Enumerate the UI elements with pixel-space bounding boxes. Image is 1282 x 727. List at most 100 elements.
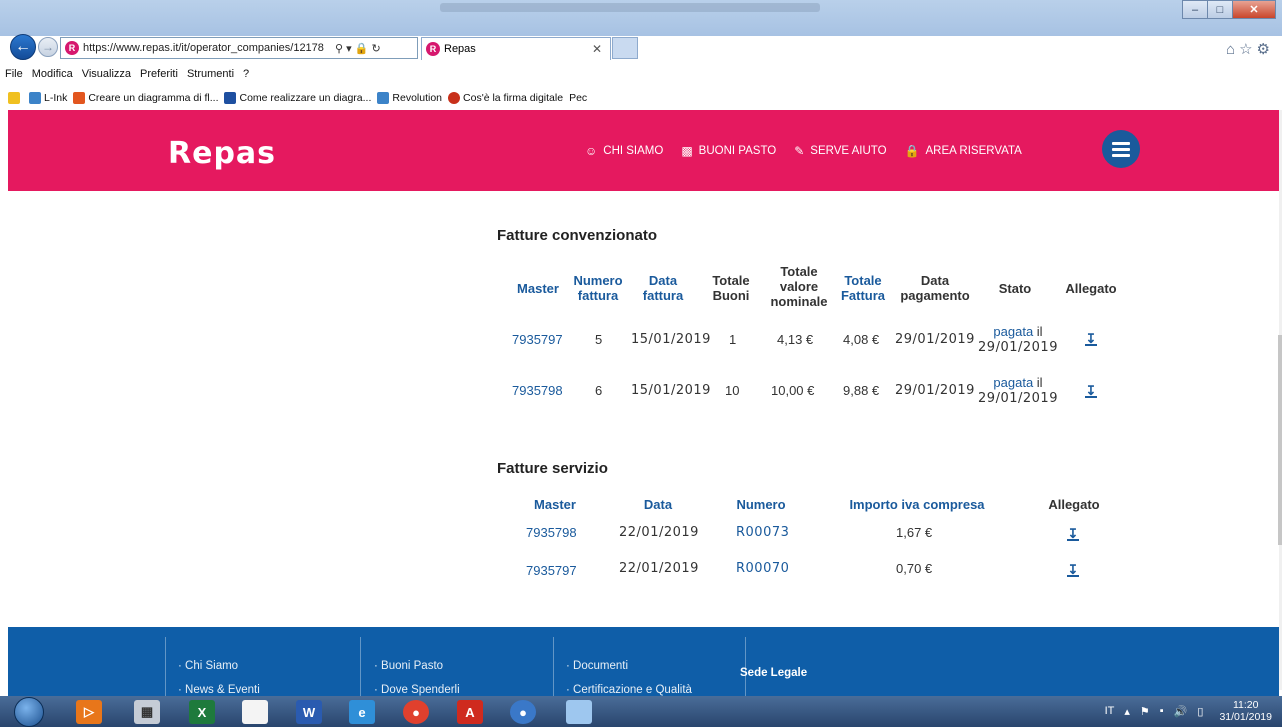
row1-stato-text: il: [1036, 324, 1043, 339]
window-controls: – □ ✕: [1182, 0, 1276, 19]
col-header-data-fattura[interactable]: Data fattura: [638, 273, 688, 303]
language-indicator[interactable]: IT: [1105, 705, 1115, 717]
favorite-creare-diagramma[interactable]: Creare un diagramma di fl...: [73, 92, 218, 104]
start-button[interactable]: [14, 697, 44, 727]
repas-logo[interactable]: Repas: [168, 136, 276, 171]
acrobat-icon[interactable]: A: [457, 700, 483, 724]
row2-numero: 6: [595, 383, 603, 398]
footer-link-buoni-pasto[interactable]: · Buoni Pasto: [374, 660, 460, 672]
row2-stato-text: il: [1036, 375, 1043, 390]
new-tab-button[interactable]: [612, 37, 638, 59]
back-button[interactable]: ←: [10, 34, 36, 60]
lock-icon: 🔒: [904, 144, 920, 158]
fatture-convenzionato-title: Fatture convenzionato: [497, 227, 658, 244]
serv-row2-importo: 0,70 €: [896, 561, 933, 576]
favorite-revolution[interactable]: Revolution: [377, 92, 442, 104]
footer-link-dove-spenderli[interactable]: · Dove Spenderli: [374, 684, 460, 696]
col-header-data[interactable]: Data: [633, 497, 683, 512]
download-icon[interactable]: ↧: [1085, 384, 1097, 398]
serv-row2-master-link[interactable]: 7935797: [526, 563, 577, 579]
favorite-label: Revolution: [392, 92, 443, 104]
favorite-l-ink[interactable]: L-Ink: [29, 92, 67, 104]
row1-data-pagamento: 29/01/2019: [895, 332, 975, 347]
close-tab-icon[interactable]: ✕: [592, 42, 602, 56]
col-header-totale-fattura[interactable]: Totale Fattura: [836, 273, 890, 303]
nav-serve-aiuto[interactable]: ✎ SERVE AIUTO: [794, 144, 886, 158]
site-header: Repas ☺ CHI SIAMO ▩ BUONI PASTO ✎ SERVE AIU…: [8, 110, 1279, 191]
office-icon: [73, 92, 86, 104]
refresh-icon[interactable]: ↻: [371, 43, 380, 55]
row2-master-link[interactable]: 7935798: [512, 383, 563, 399]
close-window-button[interactable]: ✕: [1232, 0, 1276, 19]
menu-file[interactable]: File: [5, 68, 23, 80]
taskbar-clock[interactable]: 11:20 31/01/2019: [1219, 699, 1272, 723]
media-player-icon[interactable]: ▷: [76, 700, 102, 724]
signal-icon[interactable]: ▪: [1160, 705, 1164, 717]
explorer-folder-icon[interactable]: [566, 700, 592, 724]
menu-preferiti[interactable]: Preferiti: [140, 68, 178, 80]
favorite-pec[interactable]: Pec: [569, 92, 587, 104]
menu-modifica[interactable]: Modifica: [32, 68, 73, 80]
footer-link-chi-siamo[interactable]: · Chi Siamo: [178, 660, 260, 672]
row1-master-link[interactable]: 7935797: [512, 332, 563, 348]
menu-strumenti[interactable]: Strumenti: [187, 68, 234, 80]
row1-totale-buoni: 1: [729, 332, 737, 347]
footer-link-news[interactable]: · News & Eventi: [178, 684, 260, 696]
chrome-icon[interactable]: ●: [403, 700, 429, 724]
row2-stato-link[interactable]: pagata: [993, 375, 1033, 390]
seal-icon: [448, 92, 461, 104]
network-flag-icon[interactable]: ⚑: [1140, 705, 1150, 718]
minimize-button[interactable]: –: [1182, 0, 1208, 19]
nav-area-riservata[interactable]: 🔒 AREA RISERVATA: [905, 144, 1022, 158]
window-title-bar: – □ ✕: [0, 0, 1282, 36]
star-icon[interactable]: ☆: [1239, 41, 1256, 58]
scrollbar-thumb[interactable]: [1278, 335, 1282, 545]
browser-tab[interactable]: R Repas ✕: [421, 37, 611, 60]
download-icon[interactable]: ↧: [1067, 563, 1079, 577]
download-icon[interactable]: ↧: [1085, 332, 1097, 346]
download-icon[interactable]: ↧: [1067, 527, 1079, 541]
col-header-importo[interactable]: Importo iva compresa: [840, 497, 994, 512]
search-icon[interactable]: ⚲: [335, 43, 343, 55]
thunderbird-icon[interactable]: ●: [510, 700, 536, 724]
gear-icon[interactable]: ⚙: [1257, 41, 1274, 58]
power-icon[interactable]: ▯: [1197, 705, 1203, 718]
serv-row1-numero-link[interactable]: R00073: [736, 525, 789, 541]
col-header-master[interactable]: Master: [525, 497, 585, 512]
row1-totale-fattura: 4,08 €: [843, 332, 880, 347]
nav-chi-siamo[interactable]: ☺ CHI SIAMO: [585, 144, 663, 158]
footer-sede-legale: Sede Legale: [740, 667, 808, 679]
hamburger-menu-button[interactable]: [1102, 130, 1140, 168]
address-bar[interactable]: R https://www.repas.it/it/operator_compa…: [60, 37, 418, 59]
maximize-button[interactable]: □: [1207, 0, 1233, 19]
col-header-master[interactable]: Master: [513, 281, 563, 296]
footer-link-documenti[interactable]: · Documenti: [566, 660, 692, 672]
internet-explorer-icon[interactable]: e: [349, 700, 375, 724]
serv-row1-master-link[interactable]: 7935798: [526, 525, 577, 541]
forward-button[interactable]: →: [38, 37, 58, 57]
tray-expand-icon[interactable]: ▴: [1124, 705, 1130, 718]
excel-icon[interactable]: X: [189, 700, 215, 724]
favorites-bar: L-Ink Creare un diagramma di fl... Come …: [0, 86, 1282, 110]
footer-link-certificazione[interactable]: · Certificazione e Qualità: [566, 684, 692, 696]
volume-icon[interactable]: 🔊: [1174, 705, 1188, 718]
menu-visualizza[interactable]: Visualizza: [82, 68, 131, 80]
col-header-numero-fattura[interactable]: Numero fattura: [568, 273, 628, 303]
serv-row2-numero-link[interactable]: R00070: [736, 561, 789, 577]
row1-stato-link[interactable]: pagata: [993, 324, 1033, 339]
site-footer: · Chi Siamo · News & Eventi · Buoni Past…: [8, 627, 1279, 697]
word-icon[interactable]: W: [296, 700, 322, 724]
footer-divider: [165, 637, 166, 697]
ie-page-icon: [29, 92, 41, 104]
favorites-star-icon[interactable]: [8, 92, 23, 104]
blank-document-icon[interactable]: [242, 700, 268, 724]
nav-buoni-pasto[interactable]: ▩ BUONI PASTO: [681, 144, 776, 158]
calculator-icon[interactable]: ▦: [134, 700, 160, 724]
address-bar-actions[interactable]: ⚲ ▾ 🔒 ↻: [335, 42, 381, 55]
address-url[interactable]: https://www.repas.it/it/operator_compani…: [83, 42, 331, 54]
col-header-numero[interactable]: Numero: [728, 497, 794, 512]
favorite-firma-digitale[interactable]: Cos'è la firma digitale: [448, 92, 563, 104]
menu-help[interactable]: ?: [243, 68, 249, 80]
favorite-come-realizzare[interactable]: Come realizzare un diagra...: [224, 92, 371, 104]
home-icon[interactable]: ⌂: [1226, 41, 1239, 58]
